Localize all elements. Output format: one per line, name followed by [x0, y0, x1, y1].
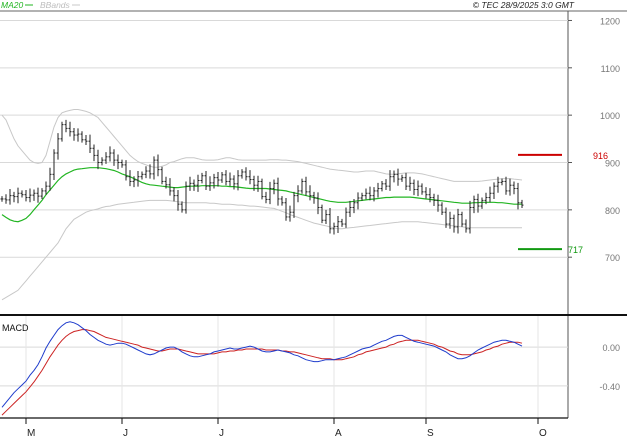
macd-lines [1, 321, 523, 416]
month-label: J [123, 428, 128, 439]
macd-signal-line [1, 329, 523, 416]
month-label: J [219, 428, 224, 439]
price-tick-label: 1100 [601, 64, 620, 74]
stock-chart: 916 717 1200 1100 1000 900 800 700 0.00 -0.40 M J J… [0, 0, 627, 440]
copyright-text: © TEC 28/9/2025 3:0 GMT [473, 0, 575, 10]
macd-tick-label: -0.40 [599, 382, 620, 392]
month-label: M [27, 428, 35, 439]
legend-ma20: MA20 [1, 0, 23, 10]
chart-svg: 916717 1200110010009008007000.00-0.40M J J… [0, 0, 627, 439]
month-label: O [539, 428, 547, 439]
price-tick-label: 900 [605, 159, 620, 169]
support-label: 717 [568, 245, 583, 255]
month-label: A [335, 428, 342, 439]
macd-title: MACD [2, 323, 29, 333]
price-tick-label: 1200 [600, 16, 620, 26]
price-tick-label: 800 [605, 206, 620, 216]
price-tick-label: 1000 [600, 111, 620, 121]
macd-tick-label: 0.00 [602, 343, 620, 353]
price-tick-label: 700 [605, 253, 620, 263]
legend-bbands: BBands [40, 0, 71, 10]
month-label: S [427, 428, 434, 439]
macd-line [1, 321, 523, 408]
